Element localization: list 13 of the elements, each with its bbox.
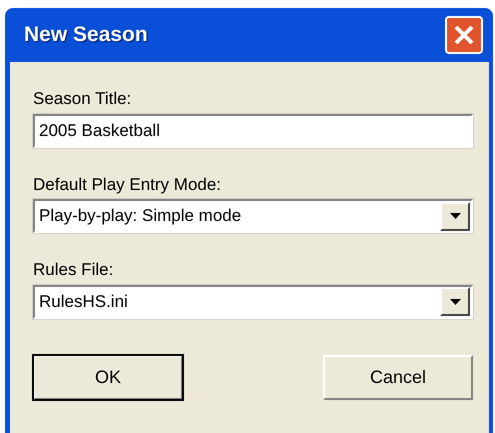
caret-icon — [450, 213, 460, 219]
text-field[interactable]: 2005 Basketball — [33, 114, 473, 148]
close-icon — [453, 24, 475, 46]
ok-button[interactable]: OK — [33, 354, 183, 400]
caret-icon — [450, 298, 460, 304]
cancel-button[interactable]: Cancel — [323, 354, 473, 400]
field-label: Default Play Entry Mode: — [33, 174, 222, 196]
field-label: Season Title: — [33, 88, 132, 110]
window-title: New Season — [24, 22, 148, 48]
dropdown-field[interactable]: Play-by-play: Simple mode — [33, 199, 473, 233]
close-button[interactable] — [445, 16, 483, 54]
field-label: Rules File: — [33, 259, 114, 281]
dropdown-field[interactable]: RulesHS.ini — [33, 284, 473, 318]
